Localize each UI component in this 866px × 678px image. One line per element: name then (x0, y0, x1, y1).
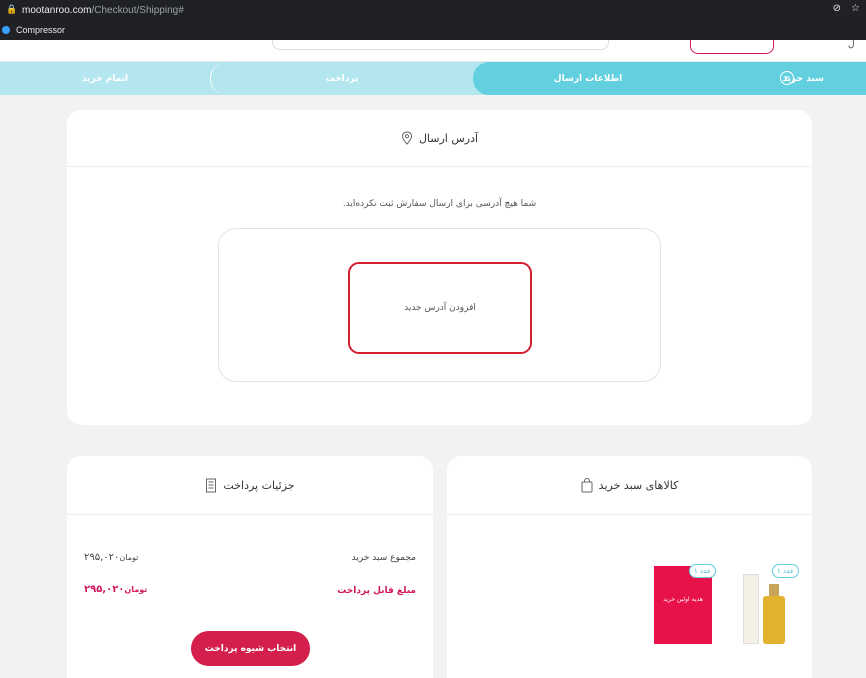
checkout-steps: اتمام خرید پرداخت اطلاعات ارسال سبد خرید… (0, 62, 866, 95)
step-finish-label: اتمام خرید (81, 73, 129, 84)
browser-actions: ⊘ ☆ (833, 3, 860, 14)
cart-title: کالاهای سبد خرید (598, 478, 679, 492)
payment-title: جزئیات پرداخت (223, 478, 295, 492)
quantity-badge: ۱ عدد (772, 564, 799, 578)
eye-off-icon[interactable]: ⊘ (833, 3, 841, 14)
step-cart-number: ۲ (780, 71, 794, 85)
url-path: /Checkout/Shipping# (91, 4, 184, 16)
step-payment: پرداخت (210, 62, 473, 95)
subtotal-unit: تومان (119, 553, 139, 562)
star-icon[interactable]: ☆ (851, 3, 860, 14)
browser-address-bar[interactable]: 🔒 mootanroo.com/Checkout/Shipping# ⊘ ☆ (0, 0, 866, 20)
url-text[interactable]: mootanroo.com/Checkout/Shipping# (22, 5, 184, 16)
step-payment-label: پرداخت (325, 73, 359, 84)
step-shipping-label: اطلاعات ارسال (553, 73, 623, 84)
product-image (743, 574, 759, 644)
payment-details-card: جزئیات پرداخت مجموع سبد خرید ۲۹۵,۰۲۰توما… (67, 456, 433, 678)
total-value: ۲۹۵,۰۲۰تومان (84, 584, 147, 595)
cart-card-header: کالاهای سبد خرید (447, 456, 812, 515)
subtotal-value: ۲۹۵,۰۲۰تومان (84, 552, 138, 563)
total-unit: تومان (124, 585, 148, 594)
step-finish: اتمام خرید (0, 62, 210, 95)
step-cart[interactable]: سبد خرید ۲ (703, 62, 866, 95)
cart-product[interactable]: ۱ عدد (743, 564, 799, 648)
product-image-bottle (763, 596, 785, 644)
subtotal-label: مجموع سبد خرید (351, 553, 416, 563)
bookmarks-bar: Compressor (0, 20, 866, 40)
search-input[interactable] (272, 40, 609, 50)
site-header: ل (0, 40, 866, 62)
total-label: مبلغ قابل پرداخت (337, 586, 416, 596)
address-title: آدرس ارسال (418, 131, 479, 145)
bookmark-icon (2, 26, 10, 34)
lock-icon: 🔒 (6, 5, 18, 15)
login-button[interactable] (690, 40, 774, 54)
url-host: mootanroo.com (22, 4, 92, 16)
total-amount: ۲۹۵,۰۲۰ (84, 584, 125, 595)
menu-icon[interactable]: ل (848, 40, 860, 50)
step-shipping: اطلاعات ارسال (473, 62, 703, 95)
shopping-bag-icon (581, 477, 593, 492)
gift-label: هدیه اولین خرید (663, 596, 703, 603)
receipt-icon (206, 478, 217, 492)
select-payment-method-button[interactable]: انتخاب شیوه پرداخت (191, 631, 310, 666)
bookmark-compressor[interactable]: Compressor (16, 25, 65, 35)
subtotal-amount: ۲۹۵,۰۲۰ (84, 552, 120, 563)
cart-product-gift[interactable]: هدیه اولین خرید ۱ عدد (654, 564, 716, 644)
no-address-message: شما هیچ آدرسی برای ارسال سفارش ثبت نکرده… (342, 199, 537, 209)
cart-items-card: کالاهای سبد خرید ۱ عدد هدیه اولین خرید ۱… (447, 456, 812, 678)
address-card-header: آدرس ارسال (67, 110, 812, 167)
location-pin-icon (401, 131, 412, 145)
add-address-button[interactable]: افزودن آدرس جدید (348, 262, 532, 354)
address-box: افزودن آدرس جدید (218, 228, 661, 382)
quantity-badge: ۱ عدد (689, 564, 716, 578)
product-image-cap (769, 584, 779, 596)
address-card: آدرس ارسال شما هیچ آدرسی برای ارسال سفار… (67, 110, 812, 425)
payment-card-header: جزئیات پرداخت (67, 456, 433, 515)
